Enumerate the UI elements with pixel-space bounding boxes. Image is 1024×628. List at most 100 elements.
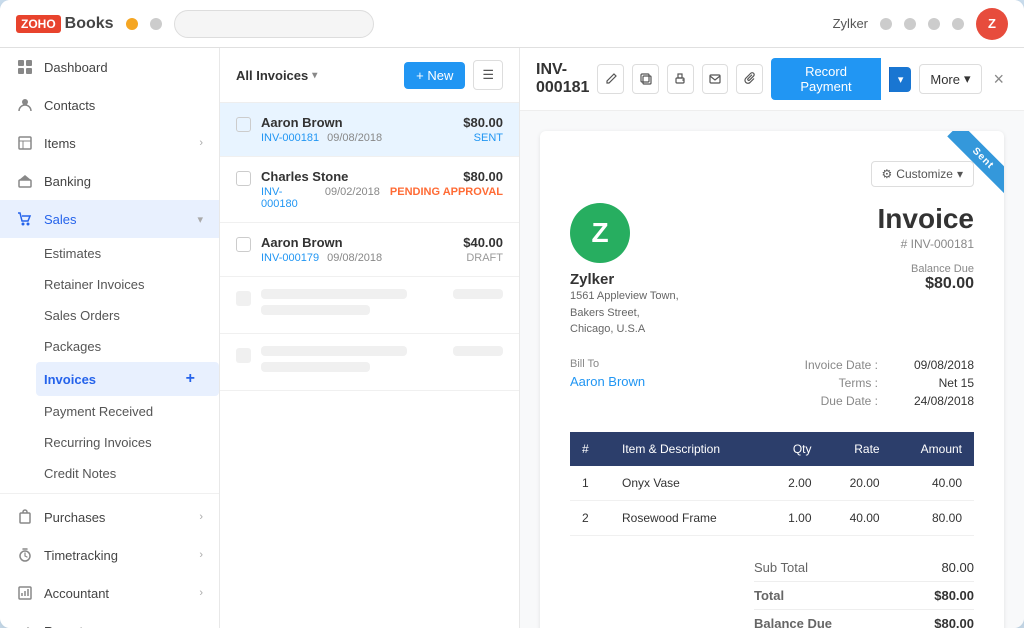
terms-label: Terms : [839, 376, 878, 390]
invoice-status: PENDING APPROVAL [390, 186, 503, 198]
invoice-checkbox[interactable] [236, 117, 251, 132]
item-qty: 2.00 [764, 466, 824, 501]
sidebar-label-contacts: Contacts [44, 98, 95, 113]
attachment-button[interactable] [736, 64, 763, 94]
top-search-bar [174, 10, 374, 38]
total-label: Total [754, 588, 784, 603]
invoice-totals: Sub Total 80.00 Total $80.00 Balance Due… [570, 556, 974, 628]
sidebar-item-recurring-invoices[interactable]: Recurring Invoices [44, 427, 219, 458]
logo-zoho: ZOHO [16, 15, 61, 33]
invoice-items-table: # Item & Description Qty Rate Amount 1 O… [570, 432, 974, 536]
col-num: # [570, 432, 610, 466]
item-num: 2 [570, 500, 610, 535]
invoice-customer-name: Charles Stone [261, 169, 380, 184]
invoice-row[interactable]: Aaron Brown INV-000179 09/08/2018 $40.00… [220, 223, 519, 277]
sales-submenu: Estimates Retainer Invoices Sales Orders… [0, 238, 219, 489]
invoice-list-panel: All Invoices ▾ + New ☰ Aaron Brown INV-0… [220, 48, 520, 628]
col-qty: Qty [764, 432, 824, 466]
col-rate: Rate [824, 432, 892, 466]
dot-gray3 [904, 18, 916, 30]
copy-button[interactable] [632, 64, 659, 94]
banking-icon [16, 172, 34, 190]
sidebar-item-contacts[interactable]: Contacts [0, 86, 219, 124]
invoice-checkbox[interactable] [236, 237, 251, 252]
items-icon [16, 134, 34, 152]
sent-ribbon: Sent [924, 131, 1004, 211]
invoice-detail-header: INV-000181 Record Payment ▾ [520, 48, 1024, 111]
sidebar-item-accountant[interactable]: Accountant › [0, 574, 219, 612]
filter-dropdown[interactable]: All Invoices ▾ [236, 68, 317, 83]
sidebar-item-credit-notes[interactable]: Credit Notes [44, 458, 219, 489]
invoice-customer-name: Aaron Brown [261, 115, 453, 130]
invoice-info: Charles Stone INV-000180 09/02/2018 [261, 169, 380, 210]
more-label: More [930, 72, 960, 87]
sidebar-item-timetracking[interactable]: Timetracking › [0, 536, 219, 574]
item-description: Rosewood Frame [610, 500, 764, 535]
sidebar-label-purchases: Purchases [44, 510, 105, 525]
sidebar-item-invoices[interactable]: Invoices + [36, 362, 219, 396]
sidebar-item-reports[interactable]: Reports [0, 612, 219, 628]
more-button[interactable]: More ▾ [919, 64, 981, 94]
record-payment-button[interactable]: Record Payment [771, 58, 881, 100]
sidebar-item-banking[interactable]: Banking [0, 162, 219, 200]
new-invoice-button[interactable]: + New [404, 62, 465, 89]
dot-gray2 [880, 18, 892, 30]
company-address: 1561 Appleview Town, Bakers Street, Chic… [570, 288, 679, 338]
sidebar-item-packages[interactable]: Packages [44, 331, 219, 362]
print-button[interactable] [667, 64, 694, 94]
invoice-dates-section: Invoice Date : 09/08/2018 Terms : Net 15… [805, 358, 974, 412]
dot-gray4 [928, 18, 940, 30]
invoice-title-section: Invoice # INV-000181 Balance Due $80.00 [878, 203, 974, 293]
invoice-meta: INV-000180 09/02/2018 [261, 186, 380, 210]
close-button[interactable]: × [990, 69, 1009, 90]
sidebar-item-dashboard[interactable]: Dashboard [0, 48, 219, 86]
sidebar-item-purchases[interactable]: Purchases › [0, 498, 219, 536]
customize-bar: ⚙ Customize ▾ [570, 161, 974, 187]
col-description: Item & Description [610, 432, 764, 466]
invoice-number-label: # INV-000181 [878, 237, 974, 251]
invoice-date: 09/08/2018 [327, 132, 382, 144]
invoice-row[interactable]: Aaron Brown INV-000181 09/08/2018 $80.00… [220, 103, 519, 157]
sidebar-item-sales[interactable]: Sales ▾ [0, 200, 219, 238]
list-menu-button[interactable]: ☰ [473, 60, 503, 90]
subtotal-label: Sub Total [754, 560, 808, 575]
invoice-detail-title: INV-000181 [536, 61, 589, 97]
sidebar-item-retainer-invoices[interactable]: Retainer Invoices [44, 269, 219, 300]
invoice-number: INV-000181 [261, 132, 319, 144]
dashboard-icon [16, 58, 34, 76]
sidebar-label-accountant: Accountant [44, 586, 109, 601]
invoice-meta: INV-000181 09/08/2018 [261, 132, 453, 144]
sidebar-item-items[interactable]: Items › [0, 124, 219, 162]
company-section: Z Zylker 1561 Appleview Town, Bakers Str… [570, 203, 679, 338]
invoice-row[interactable]: Charles Stone INV-000180 09/02/2018 $80.… [220, 157, 519, 223]
bill-to-label: Bill To [570, 358, 645, 370]
divider [0, 493, 219, 494]
invoice-amount: $80.00 [463, 115, 503, 130]
logo: ZOHO Books [16, 15, 114, 33]
invoice-date-value: 09/08/2018 [894, 358, 974, 372]
invoice-list-body: Aaron Brown INV-000181 09/08/2018 $80.00… [220, 103, 519, 628]
invoice-list-header: All Invoices ▾ + New ☰ [220, 48, 519, 103]
invoice-date-label: Invoice Date : [805, 358, 878, 372]
invoice-amount: $80.00 [390, 169, 503, 184]
avatar: Z [976, 8, 1008, 40]
sidebar-item-sales-orders[interactable]: Sales Orders [44, 300, 219, 331]
accountant-icon [16, 584, 34, 602]
purchases-icon [16, 508, 34, 526]
balance-due-section: Balance Due $80.00 [878, 263, 974, 293]
sales-icon [16, 210, 34, 228]
table-row: 2 Rosewood Frame 1.00 40.00 80.00 [570, 500, 974, 535]
sidebar-item-payment-received[interactable]: Payment Received [44, 396, 219, 427]
edit-button[interactable] [597, 64, 624, 94]
invoice-number: INV-000180 [261, 186, 317, 210]
item-description: Onyx Vase [610, 466, 764, 501]
invoice-checkbox[interactable] [236, 171, 251, 186]
sidebar-item-estimates[interactable]: Estimates [44, 238, 219, 269]
client-name[interactable]: Aaron Brown [570, 374, 645, 389]
timetracking-arrow: › [199, 549, 203, 561]
invoice-paper: Sent ⚙ Customize ▾ Z Zy [540, 131, 1004, 628]
record-payment-dropdown[interactable]: ▾ [889, 67, 912, 92]
invoices-add-icon[interactable]: + [186, 370, 195, 388]
balance-due-total-label: Balance Due [754, 616, 832, 628]
email-button[interactable] [702, 64, 729, 94]
